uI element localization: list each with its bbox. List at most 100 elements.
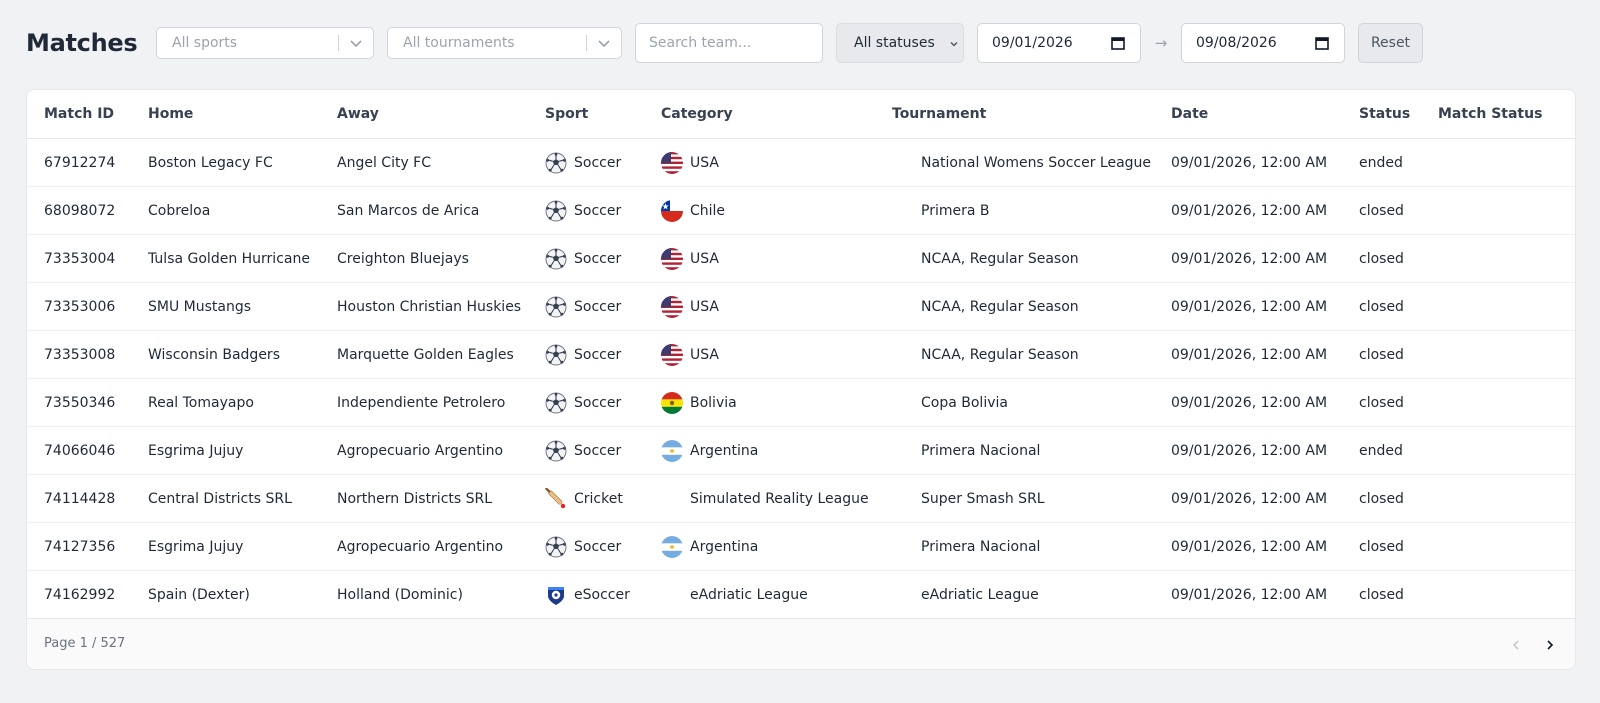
date-to-input[interactable]: 09/08/2026 (1181, 23, 1345, 63)
away-team-cell: Creighton Bluejays (337, 250, 469, 267)
table-row[interactable]: 67912274 Boston Legacy FC Angel City FC Soc… (27, 139, 1575, 187)
chevron-right-icon (1547, 640, 1554, 650)
tournament-cell: Primera Nacional (921, 442, 1041, 459)
column-header-date[interactable]: Date (1171, 90, 1208, 138)
chevron-down-icon[interactable] (587, 36, 621, 50)
column-header-match-status[interactable]: Match Status (1438, 90, 1542, 138)
table-row[interactable]: 74127356 Esgrima Jujuy Agropecuario Argent… (27, 523, 1575, 571)
sport-label: Soccer (574, 154, 622, 171)
column-header-tournament[interactable]: Tournament (892, 90, 986, 138)
sport-label: Soccer (574, 346, 622, 363)
status-filter-select[interactable]: All statuses (836, 23, 964, 63)
date-cell: 09/01/2026, 12:00 AM (1171, 394, 1328, 411)
sport-cell: Soccer (545, 283, 621, 330)
category-cell: Argentina (661, 523, 758, 570)
calendar-icon[interactable] (1111, 36, 1125, 54)
column-header-status[interactable]: Status (1359, 90, 1410, 138)
date-from-input[interactable]: 09/01/2026 (977, 23, 1141, 63)
category-cell: USA (661, 235, 719, 282)
table-row[interactable]: 73353008 Wisconsin Badgers Marquette Golde… (27, 331, 1575, 379)
soccer-ball-icon (545, 440, 567, 462)
tournament-filter-placeholder: All tournaments (403, 35, 515, 51)
page-title: Matches (26, 29, 138, 57)
category-cell: Simulated Reality League (661, 475, 869, 522)
date-from-value: 09/01/2026 (992, 35, 1073, 51)
next-page-button[interactable] (1537, 632, 1563, 658)
flag-chile-icon (661, 199, 683, 222)
column-header-match-id[interactable]: Match ID (44, 90, 114, 138)
away-team-cell: San Marcos de Arica (337, 202, 480, 219)
status-cell: closed (1359, 250, 1404, 267)
match-id-cell: 73353006 (44, 298, 116, 315)
table-row[interactable]: 73353006 SMU Mustangs Houston Christian Hu… (27, 283, 1575, 331)
chevron-down-icon[interactable] (339, 36, 373, 50)
match-id-cell: 74114428 (44, 490, 116, 507)
table-header: Match ID Home Away Sport Category Tourna… (27, 90, 1575, 139)
match-id-cell: 67912274 (44, 154, 116, 171)
match-id-cell: 73550346 (44, 394, 116, 411)
filter-toolbar: Matches All sports All tournaments Searc… (26, 22, 1574, 64)
category-label: Argentina (690, 442, 759, 459)
category-cell: USA (661, 283, 719, 330)
sport-cell: Soccer (545, 139, 621, 186)
soccer-ball-icon (545, 344, 567, 366)
category-label: USA (690, 298, 719, 315)
soccer-ball-icon (545, 296, 567, 318)
category-label: USA (690, 346, 719, 363)
home-team-cell: Spain (Dexter) (148, 586, 250, 603)
home-team-cell: Real Tomayapo (148, 394, 254, 411)
match-id-cell: 74127356 (44, 538, 116, 555)
status-cell: closed (1359, 394, 1404, 411)
reset-button[interactable]: Reset (1358, 23, 1423, 63)
table-row[interactable]: 68098072 Cobreloa San Marcos de Arica Socce… (27, 187, 1575, 235)
away-team-cell: Houston Christian Huskies (337, 298, 522, 315)
soccer-ball-icon (545, 392, 567, 414)
table-row[interactable]: 73550346 Real Tomayapo Independiente Petro… (27, 379, 1575, 427)
sport-filter-placeholder: All sports (172, 35, 238, 51)
column-header-home[interactable]: Home (148, 90, 193, 138)
date-cell: 09/01/2026, 12:00 AM (1171, 202, 1328, 219)
category-cell: Chile (661, 187, 725, 234)
date-cell: 09/01/2026, 12:00 AM (1171, 490, 1328, 507)
status-cell: closed (1359, 490, 1404, 507)
column-header-away[interactable]: Away (337, 90, 379, 138)
tournament-filter-select[interactable]: All tournaments (387, 27, 622, 59)
sport-label: Soccer (574, 298, 622, 315)
status-cell: ended (1359, 154, 1403, 171)
tournament-cell: eAdriatic League (921, 586, 1039, 603)
team-search-input[interactable]: Search team... (635, 23, 823, 63)
home-team-cell: Cobreloa (148, 202, 211, 219)
tournament-cell: Primera B (921, 202, 990, 219)
date-cell: 09/01/2026, 12:00 AM (1171, 442, 1328, 459)
prev-page-button[interactable] (1503, 632, 1529, 658)
table-row[interactable]: 74162992 Spain (Dexter) Holland (Dominic) e… (27, 571, 1575, 619)
soccer-ball-icon (545, 152, 567, 174)
home-team-cell: Wisconsin Badgers (148, 346, 280, 363)
table-row[interactable]: 73353004 Tulsa Golden Hurricane Creighton … (27, 235, 1575, 283)
flag-usa-icon (661, 343, 683, 366)
sport-filter-select[interactable]: All sports (156, 27, 374, 59)
sport-label: Soccer (574, 202, 622, 219)
sport-cell: Soccer (545, 187, 621, 234)
column-header-category[interactable]: Category (661, 90, 733, 138)
category-cell: Bolivia (661, 379, 737, 426)
tournament-cell: National Womens Soccer League (921, 154, 1152, 171)
sport-cell: Cricket (545, 475, 623, 522)
category-label: Bolivia (690, 394, 737, 411)
flag-argentina-icon (661, 535, 683, 558)
home-team-cell: Boston Legacy FC (148, 154, 273, 171)
tournament-cell: Primera Nacional (921, 538, 1041, 555)
table-body: 67912274 Boston Legacy FC Angel City FC Soc… (27, 139, 1575, 619)
table-row[interactable]: 74066046 Esgrima Jujuy Agropecuario Argent… (27, 427, 1575, 475)
calendar-icon[interactable] (1315, 36, 1329, 54)
soccer-ball-icon (545, 200, 567, 222)
sport-label: Soccer (574, 394, 622, 411)
category-label: Simulated Reality League (690, 490, 869, 507)
sport-cell: eSoccer (545, 571, 630, 618)
home-team-cell: SMU Mustangs (148, 298, 252, 315)
sport-cell: Soccer (545, 331, 621, 378)
date-cell: 09/01/2026, 12:00 AM (1171, 154, 1328, 171)
table-row[interactable]: 74114428 Central Districts SRL Northern Di… (27, 475, 1575, 523)
column-header-sport[interactable]: Sport (545, 90, 588, 138)
match-id-cell: 74162992 (44, 586, 116, 603)
